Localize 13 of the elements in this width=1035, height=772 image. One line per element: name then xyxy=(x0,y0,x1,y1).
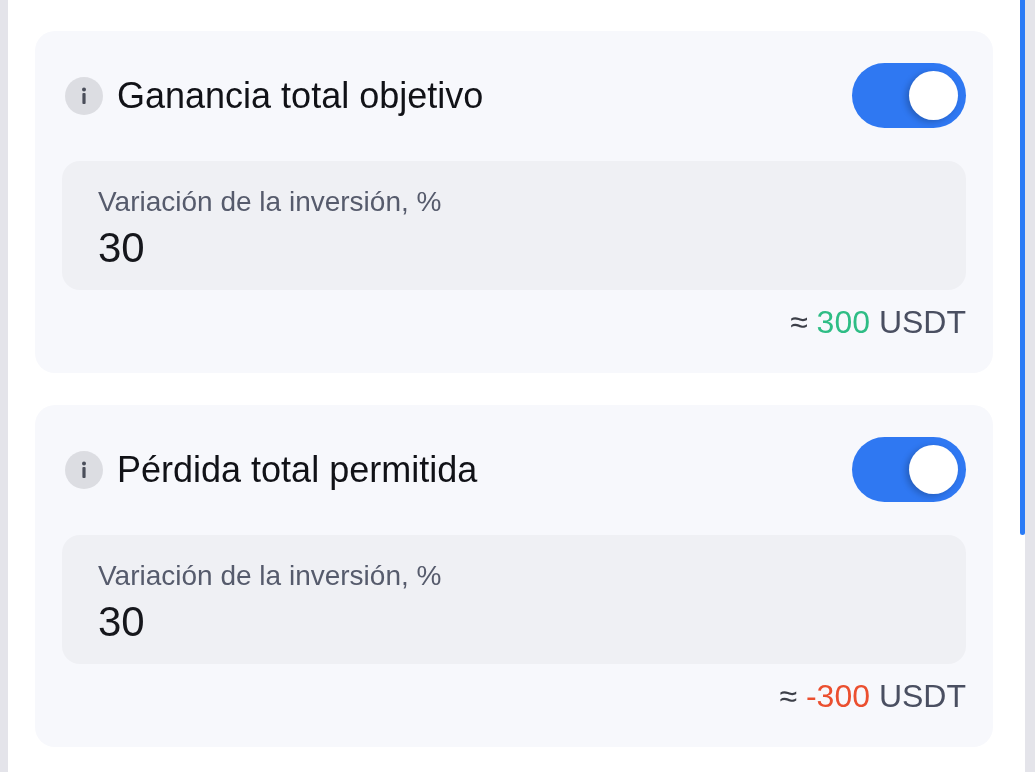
value-input[interactable]: 30 xyxy=(98,600,158,644)
value-input[interactable]: 30 xyxy=(98,226,158,270)
field-label: Variación de la inversión, % xyxy=(98,560,442,592)
info-icon[interactable] xyxy=(65,450,103,489)
field-label: Variación de la inversión, % xyxy=(98,186,442,218)
info-icon[interactable] xyxy=(65,76,103,115)
estimate-text: ≈ -300 USDT xyxy=(779,678,966,714)
card-title: Pérdida total permitida xyxy=(117,448,479,491)
input-field[interactable]: Variación de la inversión, % 30 xyxy=(62,535,966,664)
scrollbar-thumb[interactable] xyxy=(1020,0,1025,535)
input-field[interactable]: Variación de la inversión, % 30 xyxy=(62,161,966,290)
estimate-text: ≈ 300 USDT xyxy=(790,304,966,340)
card-title: Ganancia total objetivo xyxy=(117,74,485,117)
